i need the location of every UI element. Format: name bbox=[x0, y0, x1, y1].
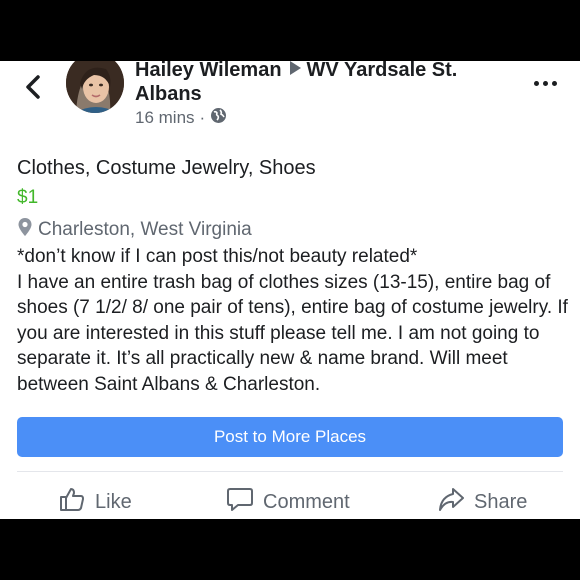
post-meta: 16 mins · bbox=[135, 107, 227, 129]
comment-bubble-icon bbox=[226, 485, 254, 519]
thumbs-up-icon bbox=[58, 485, 86, 519]
listing-title: Clothes, Costume Jewelry, Shoes bbox=[17, 157, 316, 179]
post-header-names: Hailey Wileman WV Yardsale St. Albans bbox=[135, 61, 495, 106]
post-to-more-places-button[interactable]: Post to More Places bbox=[17, 417, 563, 457]
listing-description: *don’t know if I can post this/not beaut… bbox=[17, 246, 568, 395]
more-options-icon[interactable] bbox=[534, 81, 557, 86]
share-button[interactable]: Share bbox=[437, 485, 527, 519]
listing-location: Charleston, West Virginia bbox=[17, 217, 252, 243]
arrow-right-icon bbox=[289, 61, 301, 75]
share-arrow-icon bbox=[437, 485, 465, 519]
post-time[interactable]: 16 mins bbox=[135, 108, 195, 128]
listing-price: $1 bbox=[17, 187, 39, 208]
separator-dot: · bbox=[199, 108, 206, 127]
like-button[interactable]: Like bbox=[58, 485, 132, 519]
location-text: Charleston, West Virginia bbox=[38, 219, 252, 240]
author-name[interactable]: Hailey Wileman bbox=[135, 61, 282, 81]
avatar[interactable] bbox=[66, 61, 124, 113]
comment-label: Comment bbox=[263, 490, 350, 513]
divider bbox=[17, 471, 563, 472]
post-screen: Hailey Wileman WV Yardsale St. Albans 16 … bbox=[0, 61, 580, 519]
comment-button[interactable]: Comment bbox=[226, 485, 350, 519]
share-label: Share bbox=[474, 490, 528, 513]
globe-icon bbox=[210, 107, 227, 129]
like-label: Like bbox=[95, 490, 132, 513]
location-pin-icon bbox=[17, 217, 33, 243]
action-bar: Like Comment Share bbox=[0, 485, 580, 515]
back-chevron-icon[interactable] bbox=[20, 73, 48, 101]
